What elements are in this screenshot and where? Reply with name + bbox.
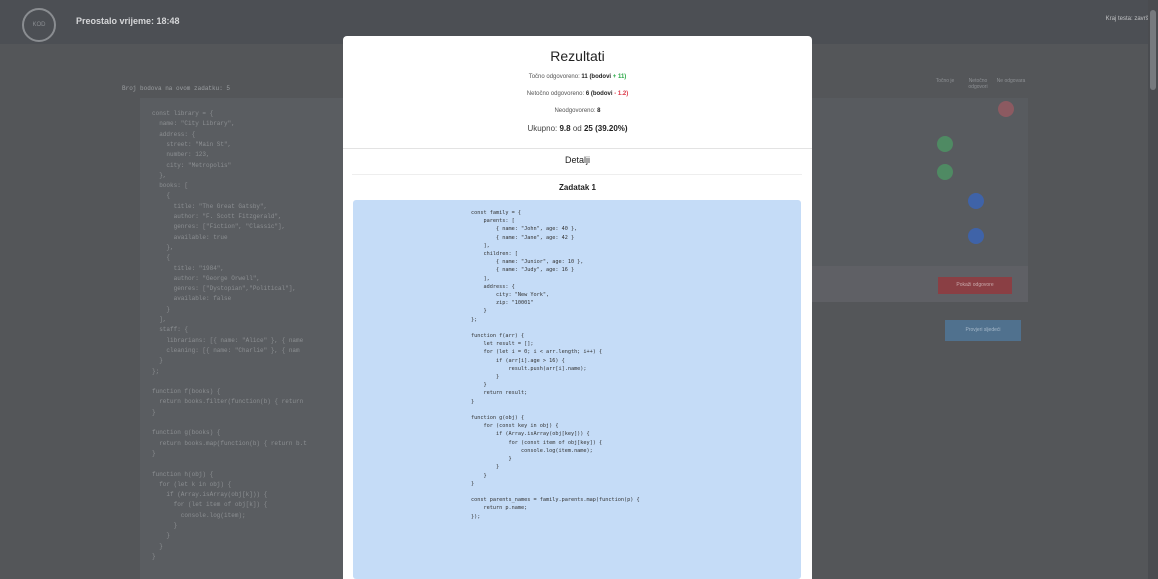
background-code-line: if (Array.isArray(obj[k])) { (152, 491, 268, 499)
col-header-incorrect: Netočno odgovori (968, 78, 988, 90)
total-max: 25 (39.20%) (583, 124, 628, 133)
task-code: const family = { parents: [ { name: "Joh… (471, 210, 640, 520)
answer-radio[interactable] (937, 136, 953, 152)
background-code-panel: const library = { name: "City Library", … (140, 98, 345, 579)
time-remaining: Preostalo vrijeme: 18:48 (76, 16, 180, 26)
background-code-line: genres: ["Dystopian","Political"], (152, 285, 297, 293)
background-code-line: title: "The Great Gatsby", (152, 202, 268, 210)
end-test-link[interactable]: Kraj testa: završi (1106, 16, 1150, 22)
col-header-correct: Točno je (935, 78, 955, 84)
background-code-line: }; (152, 367, 160, 375)
incorrect-summary: Netočno odgovoreno: 6 (bodovi - 1.2) (526, 91, 629, 97)
answer-radio[interactable] (968, 193, 984, 209)
scrollbar-thumb[interactable] (1150, 10, 1156, 90)
correct-points: + 11) (612, 74, 627, 80)
background-code-line: } (152, 522, 178, 529)
background-code-line: function h(obj) { (152, 470, 214, 478)
task-title: Zadatak 1 (559, 183, 596, 192)
modal-title: Rezultati (550, 48, 605, 64)
incorrect-count: 6 (585, 91, 590, 97)
background-code-line: title: "1984", (152, 264, 225, 272)
background-code-line: cleaning: [{ name: "Charlie" }, { nam (152, 346, 300, 354)
correct-count: 11 (581, 74, 588, 80)
background-code-line: } (152, 408, 156, 416)
background-code-line: { (152, 192, 171, 200)
background-code-line: }, (152, 243, 174, 251)
background-code-line: } (152, 357, 163, 365)
background-code-line: } (152, 305, 171, 313)
background-code-line: console.log(item); (152, 511, 246, 519)
background-code-line: const library = { (152, 110, 214, 117)
background-code-line: available: false (152, 295, 232, 303)
background-code-line: return books.filter(function(b) { return (152, 398, 304, 406)
answer-grid (812, 98, 1028, 268)
background-code-line: available: true (152, 233, 228, 241)
background-code-line: }, (152, 171, 167, 179)
points-label: Broj bodova na ovom zadatku: 5 (122, 85, 231, 92)
incorrect-points: - 1.2) (614, 91, 629, 97)
background-code-line: ], (152, 316, 167, 323)
background-code-line: librarians: [{ name: "Alice" }, { name (152, 336, 304, 344)
next-button[interactable]: Provjeri sljedeći (945, 320, 1021, 341)
total-score: Ukupno: 9.8 od 25 (39.20%) (527, 124, 628, 133)
col-header-none: Ne odgovara (996, 78, 1026, 84)
total-value: 9.8 (559, 124, 571, 133)
details-heading: Detalji (564, 155, 590, 165)
background-code-line: function f(books) { (152, 388, 221, 396)
answer-radio[interactable] (998, 101, 1014, 117)
background-code-line: } (152, 542, 163, 550)
background-code-line: author: "F. Scott Fitzgerald", (152, 213, 282, 220)
task-code-block: const family = { parents: [ { name: "Joh… (353, 200, 801, 579)
background-code-line: genres: ["Fiction", "Classic"], (152, 223, 286, 231)
unanswered-summary: Neodgovoreno: 8 (554, 108, 601, 114)
background-code-line: function g(books) { (152, 429, 221, 437)
background-code-line: { (152, 254, 171, 262)
divider (343, 148, 812, 149)
background-code-line: city: "Metropolis" (152, 161, 232, 169)
correct-summary: Točno odgovoreno: 11 (bodovi + 11) (528, 74, 627, 80)
background-code-line: staff: { (152, 326, 189, 334)
unanswered-count: 8 (597, 108, 601, 114)
background-code-line: } (152, 449, 156, 457)
answer-radio[interactable] (937, 164, 953, 180)
background-code-line: return books.map(function(b) { return b.… (152, 439, 307, 447)
background-code-line: for (let k in obj) { (152, 480, 232, 488)
divider (352, 174, 802, 175)
background-code-line: street: "Main St", (152, 140, 232, 148)
answer-radio[interactable] (968, 228, 984, 244)
show-answers-button[interactable]: Pokaži odgovore (938, 277, 1012, 294)
background-code-line: for (let item of obj[k]) { (152, 501, 268, 509)
background-code-line: books: [ (152, 182, 189, 190)
background-code-line: } (152, 552, 156, 560)
logo: KOD (22, 8, 56, 42)
background-code-line: author: "George Orwell", (152, 274, 261, 282)
background-code-line: number: 123, (152, 151, 210, 159)
results-modal: Rezultati Točno odgovoreno: 11 (bodovi +… (343, 36, 812, 579)
background-code-line: name: "City Library", (152, 120, 235, 128)
background-code-line: address: { (152, 130, 196, 138)
background-code-line: } (152, 532, 171, 540)
